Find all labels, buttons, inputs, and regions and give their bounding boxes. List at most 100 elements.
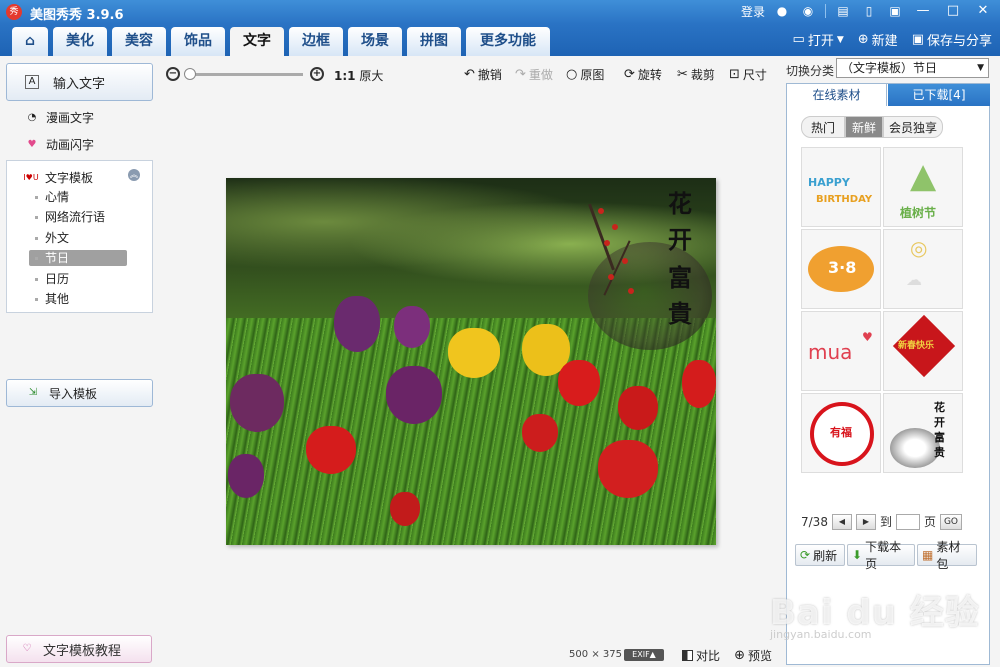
tab-collage[interactable]: 拼图 xyxy=(407,27,461,56)
template-item[interactable]: 日历 xyxy=(29,271,127,287)
minimize-icon[interactable]: — xyxy=(912,2,934,20)
tab-decorations[interactable]: 饰品 xyxy=(171,27,225,56)
redo-icon: ↷ xyxy=(515,67,526,82)
original-size-button[interactable]: 1:1 原大 xyxy=(334,67,383,84)
package-label: 素材包 xyxy=(936,540,961,571)
redo-button[interactable]: ↷ 重做 xyxy=(515,66,553,83)
original-size-label: 原大 xyxy=(359,69,384,83)
preview-button[interactable]: ⊕ 预览 xyxy=(734,647,772,664)
new-button[interactable]: ⊕ 新建 xyxy=(858,30,898,49)
login-link[interactable]: 登录 xyxy=(741,3,765,20)
open-label: 打开 xyxy=(807,34,834,49)
open-button[interactable]: ▭ 打开 ▼ xyxy=(793,30,844,49)
crop-label: 裁剪 xyxy=(690,68,715,82)
go-button[interactable]: GO xyxy=(939,513,962,530)
prev-page-icon[interactable]: ◀ xyxy=(831,513,852,530)
tab-text[interactable]: 文字 xyxy=(230,27,284,56)
next-page-icon[interactable]: ▶ xyxy=(855,513,876,530)
preview-label: 预览 xyxy=(747,649,772,663)
material-package-button[interactable]: ▦ 素材包 xyxy=(917,540,977,571)
tab-more-functions[interactable]: 更多功能 ▼ xyxy=(466,27,550,79)
material-thumb[interactable]: 有福 xyxy=(801,393,881,473)
zoom-in-icon[interactable]: + xyxy=(310,67,324,81)
tab-face[interactable]: 美容 xyxy=(112,27,166,56)
tulip xyxy=(228,454,264,498)
edited-photo[interactable]: 花 开 富 貴 xyxy=(226,178,716,545)
page-unit-label: 页 xyxy=(923,515,936,529)
input-text-label: 输入文字 xyxy=(53,76,106,92)
template-item-selected[interactable]: 节日 xyxy=(29,250,127,266)
manga-text-item[interactable]: ◔ 漫画文字 xyxy=(24,109,94,126)
material-thumb[interactable]: 3·8 xyxy=(801,229,881,309)
template-item[interactable]: 外文 xyxy=(29,230,127,246)
template-item[interactable]: 网络流行语 xyxy=(29,209,127,225)
material-thumb[interactable]: 新春快乐 xyxy=(883,311,963,391)
skin-icon[interactable]: ▯ xyxy=(860,2,878,20)
filter-vip[interactable]: 会员独享 xyxy=(883,116,943,138)
folder-icon: ▭ xyxy=(792,32,805,47)
menu-icon[interactable]: ▣ xyxy=(886,2,904,20)
category-select[interactable]: （文字模板）节日 ▼ xyxy=(836,58,989,78)
qq-icon[interactable]: ● xyxy=(773,2,791,20)
anim-text-item[interactable]: ♥ 动画闪字 xyxy=(24,136,95,153)
tab-scene[interactable]: 场景 xyxy=(348,27,402,56)
document-icon[interactable]: ▤ xyxy=(834,2,852,20)
material-thumb[interactable]: ◎ ☁ xyxy=(883,229,963,309)
material-thumb-selected[interactable]: 花开富贵 xyxy=(883,393,963,473)
tab-downloaded[interactable]: 已下载[4] xyxy=(888,84,990,106)
import-template-button[interactable]: ⇲ 导入模板 xyxy=(6,379,153,407)
one-to-one-label: 1:1 xyxy=(334,69,356,83)
rotate-button[interactable]: ⟳ 旋转 xyxy=(624,66,662,83)
import-icon: ⇲ xyxy=(28,387,38,398)
undo-button[interactable]: ↶ 撤销 xyxy=(464,66,502,83)
material-thumb[interactable]: mua ♥ xyxy=(801,311,881,391)
template-item[interactable]: 其他 xyxy=(29,291,127,307)
speech-bubble-icon: ◔ xyxy=(27,111,37,123)
collapse-icon[interactable]: ︽ xyxy=(128,169,140,181)
divider xyxy=(825,4,826,18)
close-icon[interactable]: ✕ xyxy=(972,2,994,20)
plum-blossom xyxy=(628,288,634,294)
thumb-text: 有福 xyxy=(830,426,852,439)
crop-button[interactable]: ✂ 裁剪 xyxy=(677,66,715,83)
plum-blossom xyxy=(622,258,628,264)
tab-border[interactable]: 边框 xyxy=(289,27,343,56)
template-item[interactable]: 心情 xyxy=(29,189,127,205)
download-page-button[interactable]: ⬇ 下载本页 xyxy=(847,540,915,571)
tab-home[interactable]: ⌂ xyxy=(12,27,48,56)
zoom-out-icon[interactable]: − xyxy=(166,67,180,81)
text-a-icon: A xyxy=(25,75,39,89)
dropdown-arrow-icon: ▼ xyxy=(836,34,844,45)
filter-new[interactable]: 新鲜 xyxy=(845,116,883,138)
undo-label: 撤销 xyxy=(477,68,502,82)
times-sign: × xyxy=(591,649,600,660)
hand-heart-icon: ♡ xyxy=(22,643,32,654)
compare-button[interactable]: 对比 xyxy=(681,647,720,664)
lantern-icon: ◎ xyxy=(910,236,928,260)
template-header[interactable]: I♥U 文字模板 xyxy=(23,169,93,186)
input-text-button[interactable]: A 输入文字 xyxy=(6,63,153,101)
canvas-area: − + 1:1 原大 ↶撤销 ↷重做 ○原图 ⟳旋转 ✂裁剪 ⊡尺寸 xyxy=(162,56,782,667)
tab-online-material[interactable]: 在线素材 xyxy=(787,84,887,106)
material-thumb[interactable]: ▲ 植树节 xyxy=(883,147,963,227)
refresh-button[interactable]: ⟳ 刷新 xyxy=(795,544,845,566)
text-template-overlay[interactable]: 花 开 富 貴 xyxy=(588,178,716,353)
overlay-char: 貴 xyxy=(668,299,692,328)
save-share-button[interactable]: ▣ 保存与分享 xyxy=(912,30,992,49)
circle-icon: ○ xyxy=(566,67,578,82)
zoom-slider-knob[interactable] xyxy=(184,68,196,80)
page-input[interactable] xyxy=(895,513,920,530)
preview-icon: ⊕ xyxy=(734,648,745,663)
material-thumb[interactable]: HAPPY BIRTHDAY xyxy=(801,147,881,227)
zoom-slider[interactable] xyxy=(187,73,303,76)
weibo-icon[interactable]: ◉ xyxy=(799,2,817,20)
tab-beautify[interactable]: 美化 xyxy=(53,27,107,56)
tulip xyxy=(306,426,356,474)
filter-hot[interactable]: 热门 xyxy=(801,116,845,138)
import-label: 导入模板 xyxy=(49,386,98,401)
maximize-icon[interactable]: □ xyxy=(942,2,964,20)
original-image-button[interactable]: ○ 原图 xyxy=(566,66,604,83)
resize-button[interactable]: ⊡ 尺寸 xyxy=(729,66,767,83)
tutorial-button[interactable]: ♡ 文字模板教程 xyxy=(6,635,152,663)
exif-button[interactable]: EXIF▲ xyxy=(624,649,664,661)
